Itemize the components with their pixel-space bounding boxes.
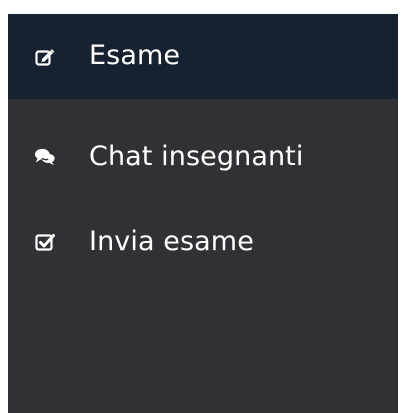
menu-item-invia-esame[interactable]: Invia esame (8, 204, 398, 274)
menu-label-chat-insegnanti: Chat insegnanti (89, 141, 304, 172)
comments-icon (34, 146, 56, 168)
menu-item-chat-insegnanti[interactable]: Chat insegnanti (8, 119, 398, 189)
menu-label-invia-esame: Invia esame (89, 226, 254, 257)
check-square-icon (34, 231, 56, 253)
edit-icon (34, 46, 56, 68)
side-menu: Esame Chat insegnanti Invia esame (8, 14, 398, 413)
menu-label-esame: Esame (89, 40, 181, 71)
menu-item-esame[interactable]: Esame (8, 14, 398, 99)
